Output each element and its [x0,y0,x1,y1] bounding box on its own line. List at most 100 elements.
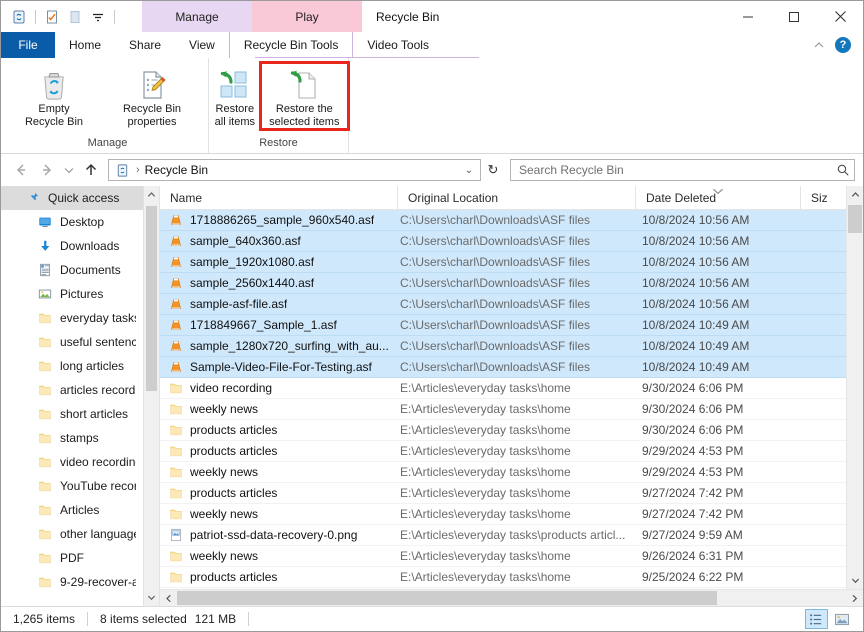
table-row[interactable]: weekly news E:\Articles\everyday tasks\h… [160,504,863,525]
file-date-deleted: 10/8/2024 10:56 AM [642,213,750,227]
scroll-right-icon[interactable] [846,590,863,606]
file-name: weekly news [190,507,259,521]
sidebar-item-desktop[interactable]: Desktop [1,210,159,234]
sidebar-item-9-29-recover-asf-fi[interactable]: 9-29-recover-asf-fi [1,570,159,594]
horizontal-scroll-thumb[interactable] [177,591,717,605]
search-box[interactable] [510,159,855,181]
table-row[interactable]: weekly news E:\Articles\everyday tasks\h… [160,462,863,483]
recycle-bin-icon[interactable] [9,7,29,27]
tab-video-tools[interactable]: Video Tools [353,32,443,58]
table-row[interactable]: products articles E:\Articles\everyday t… [160,567,863,588]
file-explorer-window: Manage Play Recycle Bin File Home Share … [0,0,864,632]
table-row[interactable]: patriot-ssd-data-recovery-0.png E:\Artic… [160,525,863,546]
sidebar-item-stamps[interactable]: stamps [1,426,159,450]
tab-view[interactable]: View [175,32,229,58]
sidebar-item-pdf[interactable]: PDF [1,546,159,570]
sidebar-item-articles-recordin[interactable]: articles recordin [1,378,159,402]
table-row[interactable]: weekly news E:\Articles\everyday tasks\h… [160,546,863,567]
table-row[interactable]: sample-asf-file.asf C:\Users\charl\Downl… [160,294,863,315]
search-input[interactable] [519,163,836,177]
table-row[interactable]: weekly news E:\Articles\everyday tasks\h… [160,399,863,420]
file-date-deleted: 10/8/2024 10:56 AM [642,255,750,269]
back-button[interactable] [9,158,33,182]
column-header-date-deleted[interactable]: Date Deleted [636,186,801,209]
chevron-up-icon[interactable] [813,39,825,51]
restore-icon[interactable] [65,7,85,27]
help-icon[interactable]: ? [835,37,851,53]
sidebar-item-everyday-tasks[interactable]: everyday tasks [1,306,159,330]
close-button[interactable] [817,1,863,32]
breadcrumb-path[interactable]: Recycle Bin [145,163,460,177]
column-header-name[interactable]: Name [160,186,398,209]
scroll-up-icon[interactable] [144,186,159,203]
empty-recycle-bin-button[interactable]: Empty Recycle Bin [7,63,101,129]
details-view-button[interactable] [805,609,828,629]
column-header-date-deleted-label: Date Deleted [646,190,717,205]
table-row[interactable]: products articles E:\Articles\everyday t… [160,483,863,504]
large-icons-view-button[interactable] [830,609,853,629]
table-row[interactable]: sample_2560x1440.asf C:\Users\charl\Down… [160,273,863,294]
ribbon-tab-strip: File Home Share View Recycle Bin Tools V… [1,32,863,58]
sidebar-item-short-articles[interactable]: short articles [1,402,159,426]
restore-all-items-button[interactable]: Restore all items [209,63,261,129]
tab-recycle-bin-tools-label: Recycle Bin Tools [243,38,339,52]
minimize-button[interactable] [725,1,771,32]
forward-button[interactable] [35,158,59,182]
sidebar-item-articles[interactable]: Articles [1,498,159,522]
chevron-down-icon[interactable]: ⌄ [460,165,478,176]
sidebar-item-long-articles[interactable]: long articles [1,354,159,378]
scroll-left-icon[interactable] [160,590,177,606]
file-list-horizontal-scrollbar[interactable] [160,589,863,606]
sidebar-item-pictures[interactable]: Pictures [1,282,159,306]
tab-home[interactable]: Home [55,32,115,58]
recycle-bin-properties-button[interactable]: Recycle Bin properties [101,63,203,129]
restore-selected-items-button[interactable]: Restore the selected items [258,61,351,131]
table-row[interactable]: sample_1920x1080.asf C:\Users\charl\Down… [160,252,863,273]
column-header-original-location[interactable]: Original Location [398,186,636,209]
table-row[interactable]: sample_1280x720_surfing_with_au... C:\Us… [160,336,863,357]
sidebar-item-youtube-record[interactable]: YouTube record [1,474,159,498]
folder-icon [37,550,53,566]
file-list-scroll-thumb[interactable] [848,205,862,233]
table-row[interactable]: video recording E:\Articles\everyday tas… [160,378,863,399]
file-list-vertical-scrollbar[interactable] [846,186,863,589]
contextual-tab-play-label: Play [295,9,319,24]
sidebar-item-other-language[interactable]: other language [1,522,159,546]
refresh-icon[interactable]: ↻ [483,162,503,178]
table-row[interactable]: products articles E:\Articles\everyday t… [160,441,863,462]
table-row[interactable]: Sample-Video-File-For-Testing.asf C:\Use… [160,357,863,378]
maximize-button[interactable] [771,1,817,32]
search-icon[interactable] [836,163,850,177]
sidebar-item-downloads[interactable]: Downloads [1,234,159,258]
tab-share[interactable]: Share [115,32,175,58]
tab-file[interactable]: File [1,32,55,58]
table-row[interactable]: sample_640x360.asf C:\Users\charl\Downlo… [160,231,863,252]
sidebar-item-documents[interactable]: Documents [1,258,159,282]
sidebar-item-video-recording[interactable]: video recording [1,450,159,474]
sidebar-item-quick-access[interactable]: Quick access [1,186,159,210]
table-row[interactable]: 1718849667_Sample_1.asf C:\Users\charl\D… [160,315,863,336]
contextual-tab-play[interactable]: Play [252,1,362,32]
scroll-down-icon[interactable] [144,589,159,606]
file-name-cell: products articles [160,443,398,459]
sidebar-scroll-thumb[interactable] [146,206,157,391]
customize-dropdown-icon[interactable] [88,7,108,27]
sidebar-item-label: useful sentence [60,335,136,349]
properties-icon[interactable] [42,7,62,27]
address-path-box[interactable]: › Recycle Bin ⌄ [108,159,481,181]
recent-locations-button[interactable] [61,158,77,182]
table-row[interactable]: 1718886265_sample_960x540.asf C:\Users\c… [160,210,863,231]
horizontal-scroll-track[interactable] [177,590,846,606]
up-button[interactable] [79,158,103,182]
scroll-up-icon[interactable] [847,186,863,203]
sidebar-scrollbar[interactable] [143,186,159,606]
sidebar-item-label: Downloads [60,239,120,253]
file-location: C:\Users\charl\Downloads\ASF files [400,297,591,311]
table-row[interactable]: products articles E:\Articles\everyday t… [160,420,863,441]
file-name: sample_2560x1440.asf [190,276,315,290]
contextual-tab-manage[interactable]: Manage [142,1,252,32]
scroll-down-icon[interactable] [847,572,863,589]
sidebar-item-useful-sentence[interactable]: useful sentence [1,330,159,354]
tab-recycle-bin-tools[interactable]: Recycle Bin Tools [228,32,354,58]
file-name: 1718849667_Sample_1.asf [190,318,337,332]
